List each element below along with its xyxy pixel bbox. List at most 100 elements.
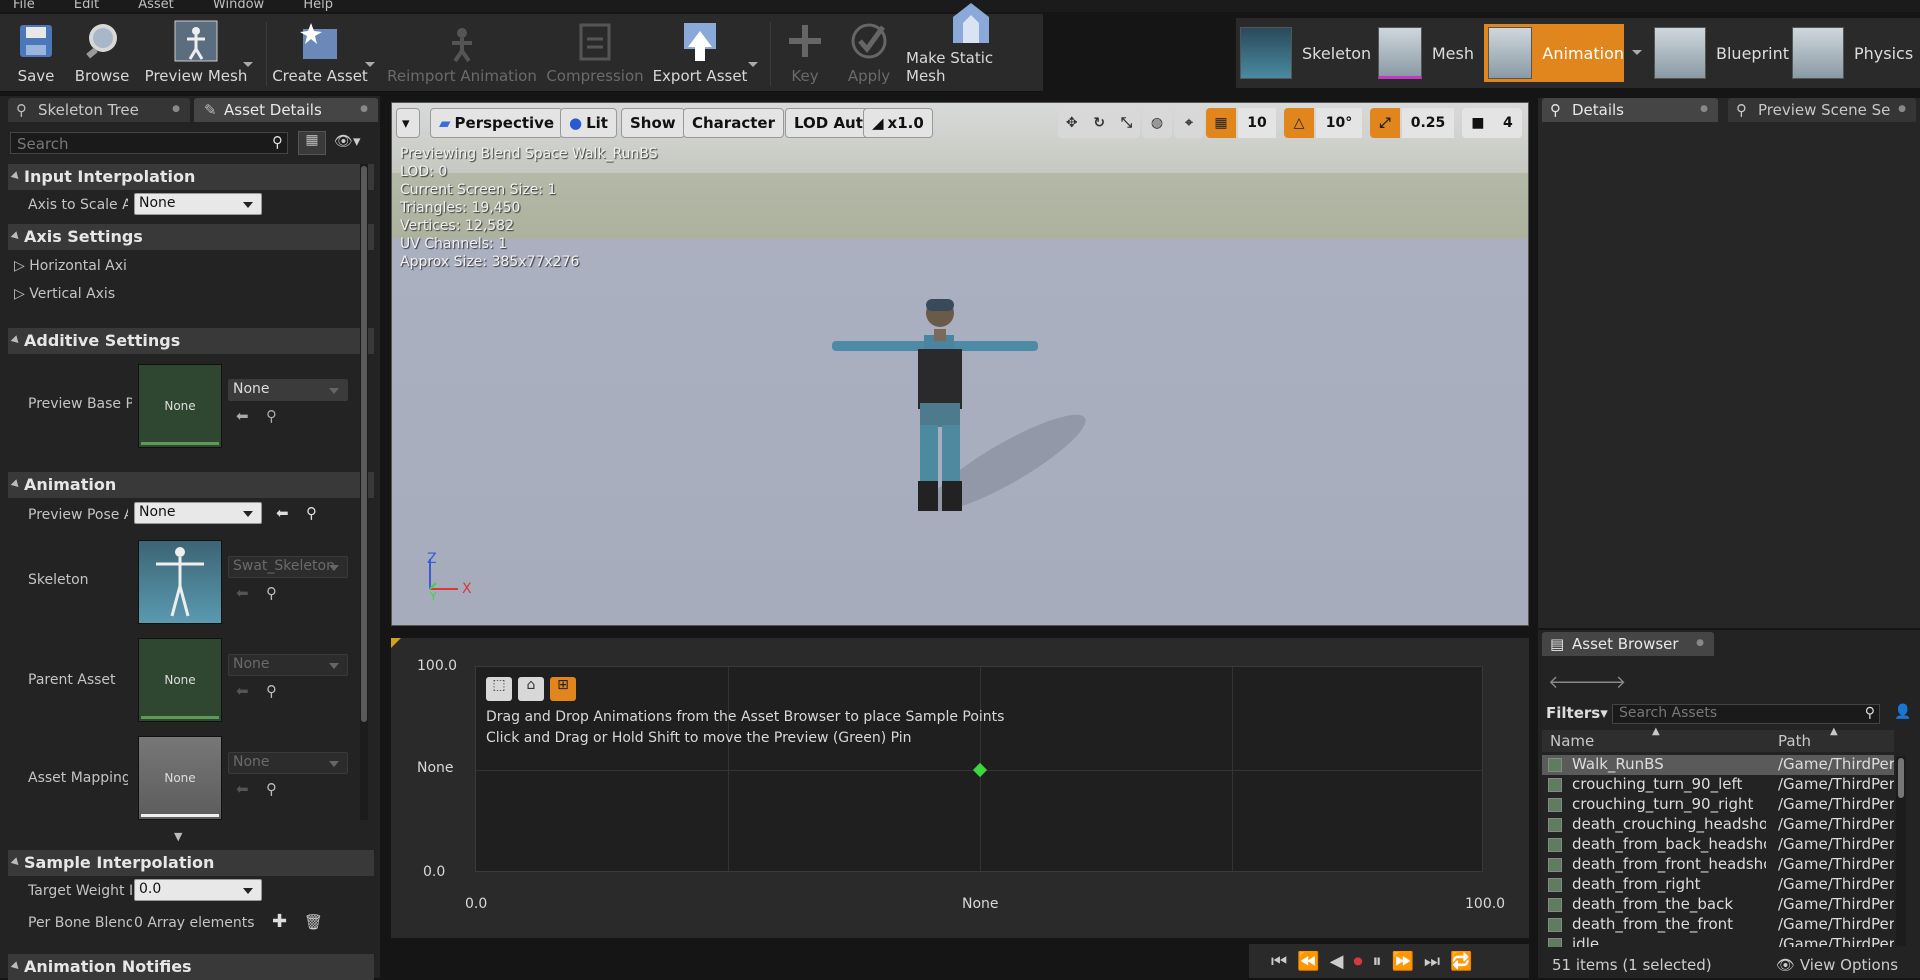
perspective-button[interactable]: ▰ Perspective: [430, 108, 564, 138]
skip-to-start-icon[interactable]: ⏮: [1271, 951, 1287, 972]
browse-search-icon[interactable]: ⚲: [306, 504, 317, 522]
section-sample-interpolation[interactable]: Sample Interpolation: [8, 850, 374, 876]
asset-list-scrollbar[interactable]: [1896, 756, 1906, 946]
forward-arrow-icon[interactable]: 🡒: [1578, 672, 1626, 693]
show-button[interactable]: Show: [621, 108, 685, 138]
preview-mesh-dropdown-icon[interactable]: [243, 62, 253, 67]
scrollbar-thumb[interactable]: [1898, 758, 1904, 798]
asset-search-input[interactable]: Search Assets ⚲: [1612, 704, 1880, 724]
tab-asset-browser[interactable]: ▤ Asset Browser ●: [1542, 632, 1714, 656]
browse-button[interactable]: Browse: [74, 16, 130, 90]
browse-search-icon[interactable]: ⚲: [266, 780, 277, 798]
save-button[interactable]: Save: [8, 16, 64, 90]
section-input-interpolation[interactable]: Input Interpolation: [8, 164, 374, 190]
asset-row[interactable]: crouching_turn_90_left/Game/ThirdPer: [1542, 775, 1894, 795]
snap-grid-icon[interactable]: ⬚: [486, 677, 512, 701]
parent-asset-dropdown[interactable]: None: [228, 654, 348, 676]
mode-mesh[interactable]: Mesh: [1378, 24, 1474, 82]
menu-help[interactable]: Help: [290, 0, 333, 11]
key-button[interactable]: Key: [780, 16, 830, 90]
apply-button[interactable]: Apply: [840, 16, 898, 90]
asset-row[interactable]: death_from_back_headshot/Game/ThirdPer: [1542, 835, 1894, 855]
details-search-input[interactable]: Search ⚲: [10, 132, 288, 154]
tab-skeleton-tree[interactable]: ⚲ Skeleton Tree ●: [8, 98, 190, 122]
target-weight-input[interactable]: 0.0: [134, 879, 262, 901]
scale-snap-icon[interactable]: ⤢: [1370, 108, 1400, 138]
translate-icon[interactable]: ✥: [1066, 115, 1078, 131]
asset-row[interactable]: death_from_right/Game/ThirdPer: [1542, 875, 1894, 895]
world-space-icon[interactable]: ◍: [1142, 108, 1172, 138]
mode-skeleton[interactable]: Skeleton: [1240, 24, 1380, 82]
asset-mapping-dropdown[interactable]: None: [228, 752, 348, 774]
menu-asset[interactable]: Asset: [125, 0, 174, 11]
browse-search-icon[interactable]: ⚲: [266, 682, 277, 700]
surface-snap-icon[interactable]: ⌖: [1174, 108, 1204, 138]
browse-search-icon[interactable]: ⚲: [266, 584, 277, 602]
asset-row[interactable]: Walk_RunBS/Game/ThirdPer: [1542, 755, 1894, 775]
reimport-animation-button[interactable]: Reimport Animation: [382, 16, 542, 90]
trash-icon[interactable]: 🗑: [304, 913, 323, 931]
character-button[interactable]: Character: [683, 108, 784, 138]
section-animation-notifies[interactable]: Animation Notifies: [8, 954, 374, 980]
blend-space-editor[interactable]: ⬚ ⌂ ⊞ Drag and Drop Animations from the …: [391, 638, 1529, 938]
parent-asset-thumbnail[interactable]: None: [138, 638, 222, 722]
sort-arrow-icon[interactable]: ▲: [1652, 726, 1660, 737]
section-animation[interactable]: Animation: [8, 472, 374, 498]
column-path-header[interactable]: Path: [1778, 732, 1811, 750]
scroll-down-arrow-icon[interactable]: ▼: [174, 830, 182, 843]
viewport-options-dropdown[interactable]: ▾: [396, 108, 420, 138]
menu-edit[interactable]: Edit: [61, 0, 99, 11]
section-axis-settings[interactable]: Axis Settings: [8, 224, 374, 250]
animation-mode-dropdown-icon[interactable]: [1632, 50, 1642, 55]
close-icon[interactable]: ●: [1696, 638, 1704, 648]
close-icon[interactable]: ●: [360, 104, 368, 114]
record-icon[interactable]: ⏺: [1353, 951, 1362, 972]
filters-button[interactable]: Filters▾: [1546, 704, 1608, 722]
section-additive-settings[interactable]: Additive Settings: [8, 328, 374, 354]
export-asset-button[interactable]: Export Asset: [652, 16, 748, 90]
menu-window[interactable]: Window: [200, 0, 264, 11]
preview-pin-icon[interactable]: [972, 762, 988, 778]
menu-file[interactable]: File: [0, 0, 35, 11]
tab-preview-scene-settings[interactable]: ⚲ Preview Scene Se ●: [1728, 98, 1916, 122]
export-asset-dropdown-icon[interactable]: [748, 62, 758, 67]
preview-base-dropdown[interactable]: None: [228, 379, 348, 401]
mode-animation[interactable]: Animation: [1484, 24, 1624, 82]
axis-to-scale-dropdown[interactable]: None: [134, 193, 262, 215]
play-reverse-icon[interactable]: ◀: [1330, 951, 1344, 972]
preview-mesh-button[interactable]: Preview Mesh: [142, 16, 250, 90]
asset-mapping-thumbnail[interactable]: None: [138, 736, 222, 820]
close-icon[interactable]: ●: [172, 104, 180, 114]
close-icon[interactable]: ●: [1898, 104, 1906, 114]
asset-row[interactable]: crouching_turn_90_right/Game/ThirdPer: [1542, 795, 1894, 815]
scrollbar-thumb[interactable]: [361, 166, 367, 722]
skeleton-dropdown[interactable]: Swat_Skeleton: [228, 556, 348, 578]
grid-snap-value[interactable]: 10: [1238, 108, 1276, 138]
browse-search-icon[interactable]: ⚲: [266, 407, 277, 425]
details-scrollbar[interactable]: [360, 164, 368, 820]
grid-view-icon[interactable]: ▦: [298, 131, 326, 155]
camera-speed-button[interactable]: ■ 4: [1462, 108, 1522, 138]
blend-space-grid[interactable]: ⬚ ⌂ ⊞ Drag and Drop Animations from the …: [475, 666, 1483, 872]
grid-snap-icon[interactable]: ▦: [1206, 108, 1236, 138]
preview-viewport[interactable]: ▾ ▰ Perspective ● Lit Show Character LOD A…: [391, 102, 1529, 626]
horizontal-axis-row[interactable]: ▷ Horizontal Axis: [14, 258, 126, 274]
create-asset-dropdown-icon[interactable]: [365, 62, 375, 67]
step-forward-icon[interactable]: ⏩: [1391, 951, 1413, 972]
loop-icon[interactable]: 🔁: [1450, 951, 1472, 972]
sort-arrow-icon[interactable]: ▲: [1830, 726, 1838, 737]
asset-row[interactable]: death_from_the_back/Game/ThirdPer: [1542, 895, 1894, 915]
asset-row[interactable]: death_from_front_headshot/Game/ThirdPer: [1542, 855, 1894, 875]
tab-details[interactable]: ⚲ Details ●: [1542, 98, 1718, 122]
asset-row[interactable]: death_crouching_headshot_ /Game/ThirdPer: [1542, 815, 1894, 835]
rotate-icon[interactable]: ↻: [1093, 115, 1105, 131]
use-selected-arrow-icon[interactable]: ⬅: [276, 504, 289, 522]
playback-speed-button[interactable]: ◢ x1.0: [863, 108, 933, 138]
skip-to-end-icon[interactable]: ⏭: [1424, 951, 1440, 972]
column-name-header[interactable]: Name: [1550, 732, 1594, 750]
close-icon[interactable]: ●: [1700, 104, 1708, 114]
scale-icon[interactable]: ⤡: [1121, 115, 1132, 131]
scale-snap-value[interactable]: 0.25: [1402, 108, 1454, 138]
rotation-snap-icon[interactable]: △: [1284, 108, 1314, 138]
mode-physics[interactable]: Physics: [1792, 24, 1920, 82]
